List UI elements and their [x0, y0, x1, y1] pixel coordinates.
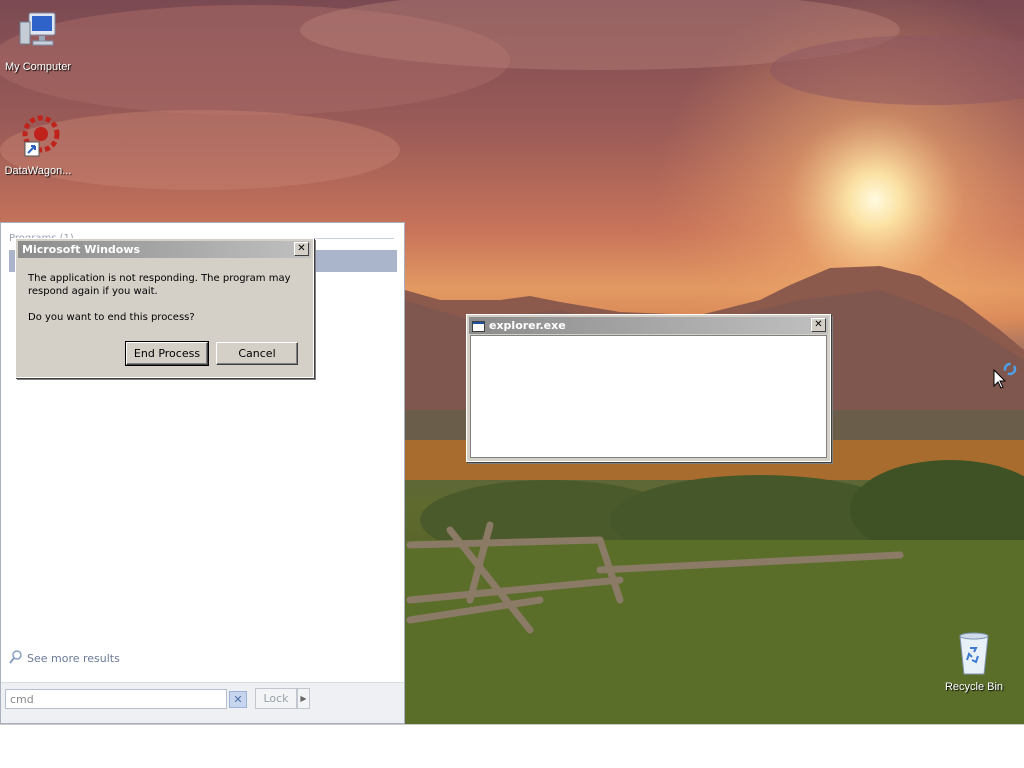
- cancel-button[interactable]: Cancel: [216, 342, 298, 365]
- recycle-bin-icon: [934, 630, 1014, 679]
- explorer-window: explorer.exe ✕: [466, 314, 831, 462]
- computer-icon: [0, 10, 78, 59]
- dialog-question: Do you want to end this process?: [28, 312, 195, 323]
- explorer-titlebar[interactable]: explorer.exe ✕: [469, 317, 828, 334]
- end-process-button[interactable]: End Process: [125, 341, 209, 366]
- desktop-icon-label: My Computer: [4, 61, 72, 73]
- explorer-client-area: [470, 335, 827, 458]
- desktop-icon-label: DataWagon...: [4, 165, 72, 177]
- desktop-icon-datawagon[interactable]: DataWagon...: [0, 114, 78, 177]
- clear-search-icon[interactable]: ✕: [229, 691, 247, 708]
- not-responding-dialog: Microsoft Windows ✕ The application is n…: [15, 238, 314, 378]
- datawagon-shortcut-icon: [0, 114, 78, 163]
- desktop-icon-recycle-bin[interactable]: Recycle Bin: [934, 630, 1014, 693]
- start-search-input[interactable]: [5, 689, 227, 709]
- see-more-results-link[interactable]: See more results: [9, 650, 120, 667]
- start-search-bar: ✕ Lock ▶: [1, 682, 404, 723]
- magnifier-icon: [9, 650, 23, 667]
- explorer-close-button[interactable]: ✕: [811, 318, 826, 332]
- explorer-title: explorer.exe: [489, 319, 566, 332]
- dialog-close-button[interactable]: ✕: [294, 242, 309, 256]
- dialog-message-line1: The application is not responding. The p…: [28, 273, 291, 284]
- dialog-title: Microsoft Windows: [22, 243, 141, 256]
- dialog-message: The application is not responding. The p…: [28, 272, 291, 298]
- desktop-icon-my-computer[interactable]: My Computer: [0, 10, 78, 73]
- desktop-icon-label: Recycle Bin: [944, 681, 1004, 693]
- lock-button[interactable]: Lock: [255, 688, 297, 709]
- dialog-message-line2: respond again if you wait.: [28, 286, 158, 297]
- busy-cursor-icon: [993, 362, 1019, 393]
- taskbar: [0, 724, 1024, 768]
- arrow-right-icon[interactable]: ▶: [297, 688, 310, 709]
- see-more-label: See more results: [27, 652, 120, 665]
- dialog-titlebar[interactable]: Microsoft Windows ✕: [18, 241, 311, 258]
